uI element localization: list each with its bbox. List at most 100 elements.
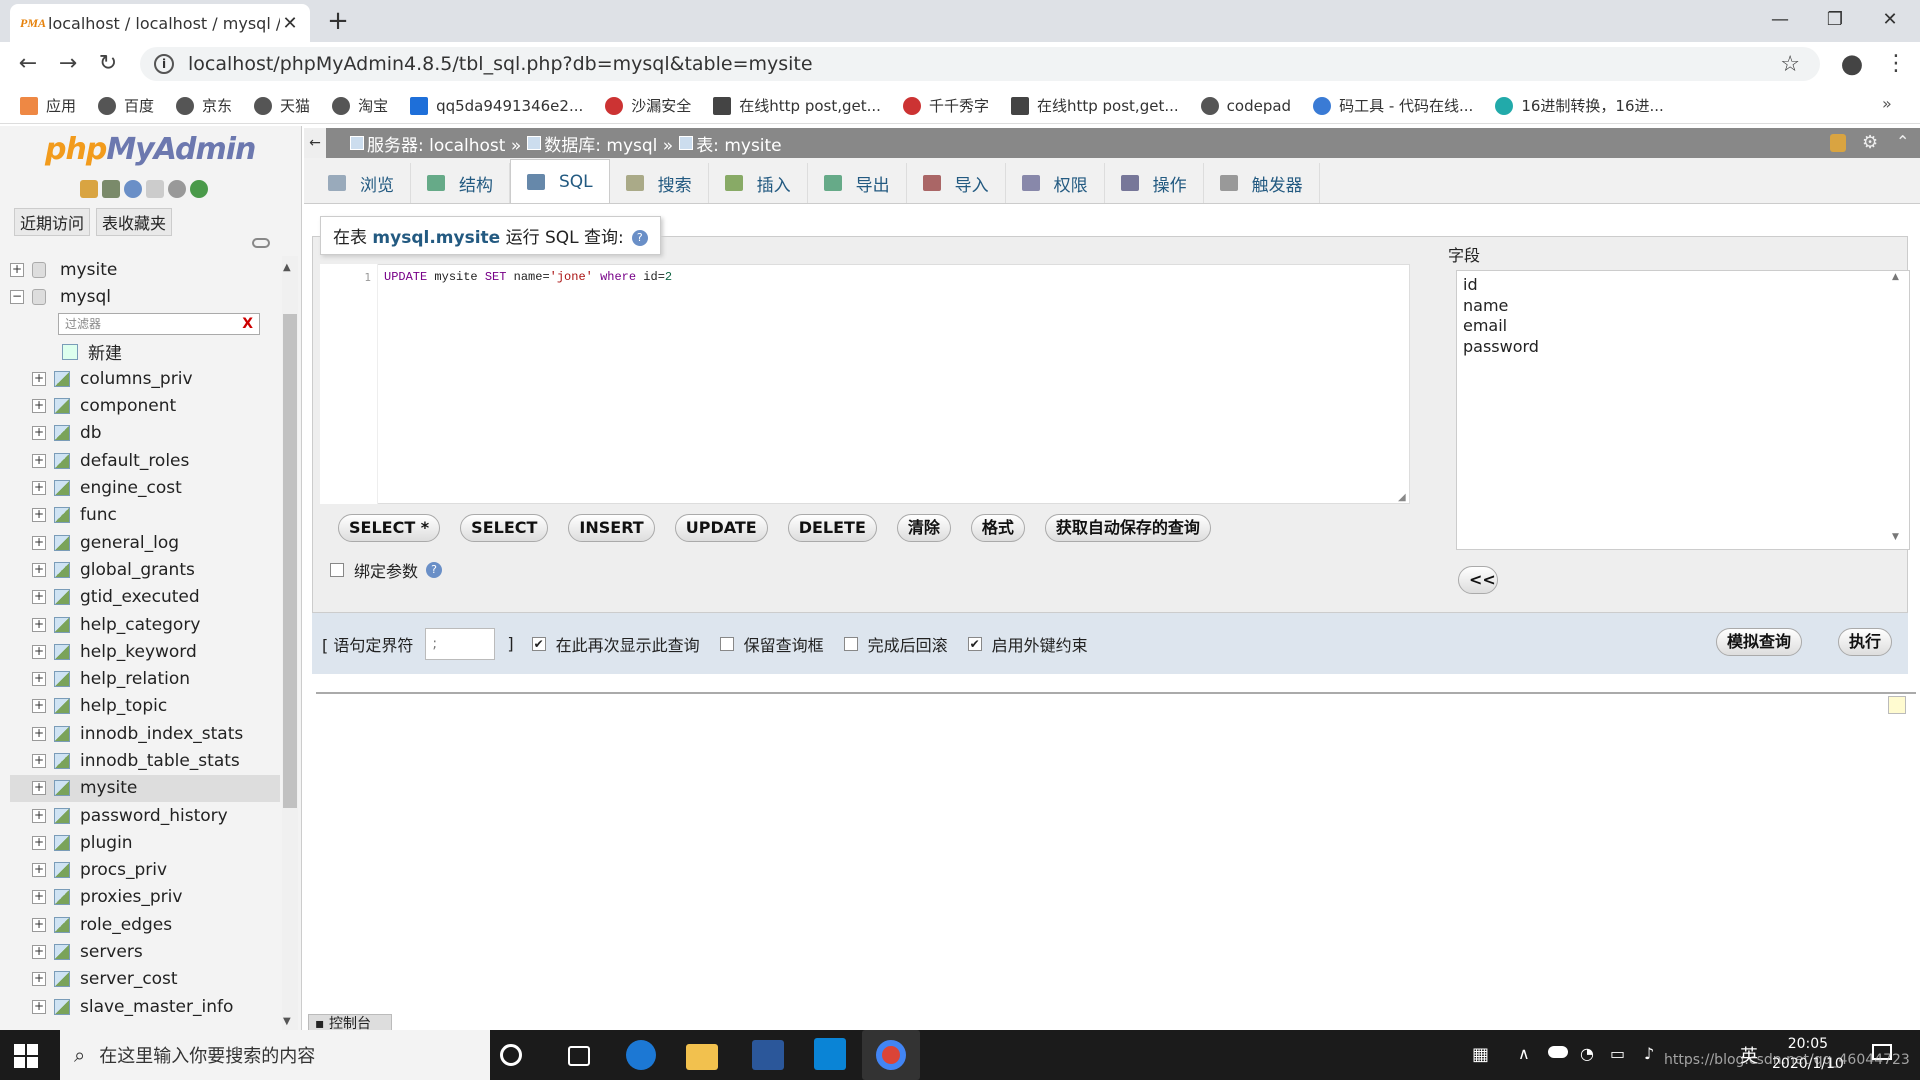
- sql-snippet-button[interactable]: SELECT *: [338, 514, 441, 542]
- sql-snippet-button[interactable]: DELETE: [787, 514, 877, 542]
- expand-icon[interactable]: +: [32, 481, 46, 496]
- cortana-icon[interactable]: [500, 1044, 522, 1066]
- tree-table-item[interactable]: + help_relation: [10, 665, 280, 692]
- tree-table-item[interactable]: + procs_priv: [10, 857, 280, 884]
- tree-table-item[interactable]: + servers: [10, 938, 280, 965]
- tree-table-item[interactable]: + global_grants: [10, 556, 280, 583]
- tree-table-item[interactable]: + mysite: [10, 774, 280, 802]
- bookmark-item[interactable]: 在线http post,get...: [713, 95, 881, 116]
- edge-icon[interactable]: [626, 1040, 656, 1070]
- expand-icon[interactable]: +: [32, 371, 46, 386]
- bookmark-item[interactable]: 在线http post,get...: [1010, 95, 1179, 116]
- sql-snippet-button[interactable]: SELECT: [460, 514, 549, 542]
- minimize-button[interactable]: —: [1750, 0, 1810, 40]
- listbox-scroll-down-icon[interactable]: ▼: [1892, 532, 1899, 542]
- simulate-query-button[interactable]: 模拟查询: [1716, 628, 1803, 656]
- tray-up-icon[interactable]: ∧: [1518, 1044, 1530, 1063]
- scroll-down-icon[interactable]: ▼: [283, 1016, 291, 1027]
- collapse-nav-icon[interactable]: ←: [304, 128, 326, 158]
- crumb-table[interactable]: 表: mysite: [696, 131, 781, 156]
- settings-gear-icon[interactable]: ⚙: [1862, 132, 1878, 153]
- tree-table-item[interactable]: + help_keyword: [10, 638, 280, 665]
- field-option[interactable]: email: [1457, 316, 1909, 337]
- tree-db-mysite[interactable]: + mysite: [10, 256, 280, 283]
- close-tab-icon[interactable]: ✕: [280, 13, 300, 34]
- bookmark-item[interactable]: 沙漏安全: [605, 95, 691, 116]
- menu-tab[interactable]: SQL: [510, 159, 610, 203]
- menu-tab[interactable]: 触发器: [1204, 163, 1320, 203]
- sql-query-text[interactable]: UPDATE mysite SET name='jone' where id=2: [384, 270, 672, 284]
- logout-icon[interactable]: [102, 180, 120, 198]
- tree-table-item[interactable]: + component: [10, 392, 280, 419]
- new-tab-button[interactable]: +: [322, 4, 354, 38]
- collapse-icon[interactable]: −: [10, 289, 24, 304]
- sql-option[interactable]: ✔ 在此再次显示此查询: [531, 632, 700, 656]
- home-icon[interactable]: [80, 180, 98, 198]
- tree-table-item[interactable]: + slave_master_info: [10, 993, 280, 1020]
- option-checkbox[interactable]: ✔: [531, 636, 546, 651]
- bookmark-item[interactable]: 天猫: [254, 95, 310, 116]
- sql-snippet-button[interactable]: 清除: [896, 514, 951, 542]
- recent-tab[interactable]: 近期访问: [14, 208, 91, 236]
- sql-snippet-button[interactable]: INSERT: [568, 514, 655, 542]
- menu-tab[interactable]: 操作: [1105, 163, 1204, 203]
- menu-tab[interactable]: 导出: [808, 163, 907, 203]
- expand-icon[interactable]: +: [32, 890, 46, 905]
- bookmark-item[interactable]: 应用: [20, 95, 76, 116]
- clear-filter-icon[interactable]: X: [242, 314, 253, 334]
- sql-option[interactable]: 完成后回滚: [843, 632, 948, 656]
- bookmark-item[interactable]: 百度: [98, 95, 154, 116]
- bookmark-item[interactable]: 16进制转换，16进...: [1495, 95, 1664, 116]
- menu-tab[interactable]: 搜索: [610, 163, 709, 203]
- tree-new-table[interactable]: 新建: [10, 338, 280, 365]
- bookmark-item[interactable]: 淘宝: [332, 95, 388, 116]
- taskbar-search[interactable]: ⌕ 在这里输入你要搜索的内容: [60, 1030, 490, 1080]
- expand-icon[interactable]: +: [32, 590, 46, 605]
- expand-icon[interactable]: +: [32, 999, 46, 1014]
- expand-icon[interactable]: +: [32, 426, 46, 441]
- scroll-up-icon[interactable]: ▲: [283, 262, 291, 273]
- ime-grid-icon[interactable]: ▦: [1472, 1044, 1489, 1065]
- more-bookmarks-icon[interactable]: »: [1882, 94, 1892, 113]
- battery-icon[interactable]: ▭: [1610, 1044, 1625, 1063]
- bookmark-item[interactable]: 千千秀字: [902, 95, 989, 116]
- nav-scrollbar-thumb[interactable]: [283, 314, 297, 808]
- site-info-icon[interactable]: i: [154, 54, 174, 74]
- expand-icon[interactable]: +: [32, 726, 46, 741]
- reload-icon[interactable]: ↻: [92, 48, 124, 80]
- phpmyadmin-logo[interactable]: phpMyAdmin: [45, 132, 256, 167]
- tree-table-item[interactable]: + role_edges: [10, 911, 280, 938]
- tree-table-item[interactable]: + innodb_index_stats: [10, 720, 280, 747]
- field-option[interactable]: password: [1457, 337, 1909, 358]
- tree-table-item[interactable]: + innodb_table_stats: [10, 747, 280, 774]
- expand-icon[interactable]: +: [10, 262, 24, 277]
- bind-params-checkbox[interactable]: [330, 563, 344, 577]
- menu-icon[interactable]: ⋮: [1880, 48, 1912, 80]
- expand-icon[interactable]: +: [32, 644, 46, 659]
- tree-table-item[interactable]: + columns_priv: [10, 365, 280, 392]
- sql-snippet-button[interactable]: 获取自动保存的查询: [1044, 514, 1211, 542]
- listbox-scroll-up-icon[interactable]: ▲: [1892, 272, 1899, 282]
- menu-tab[interactable]: 浏览: [312, 163, 411, 203]
- expand-icon[interactable]: +: [32, 672, 46, 687]
- notepad-icon[interactable]: [1888, 696, 1906, 714]
- expand-icon[interactable]: +: [32, 453, 46, 468]
- settings-icon[interactable]: [168, 180, 186, 198]
- tree-table-item[interactable]: + help_category: [10, 611, 280, 638]
- field-option[interactable]: id: [1457, 275, 1909, 296]
- profile-icon[interactable]: ●: [1836, 48, 1868, 80]
- bookmark-item[interactable]: 码工具 - 代码在线...: [1313, 95, 1473, 116]
- onedrive-icon[interactable]: [1548, 1046, 1568, 1058]
- expand-icon[interactable]: +: [32, 972, 46, 987]
- crumb-server[interactable]: 服务器: localhost »: [367, 131, 521, 156]
- expand-icon[interactable]: +: [32, 617, 46, 632]
- expand-icon[interactable]: +: [32, 808, 46, 823]
- help-icon[interactable]: ?: [631, 230, 648, 246]
- word-icon[interactable]: [752, 1040, 784, 1070]
- collapse-top-icon[interactable]: ⌃: [1896, 132, 1909, 151]
- expand-icon[interactable]: +: [32, 535, 46, 550]
- p-app-icon[interactable]: [814, 1038, 846, 1070]
- menu-tab[interactable]: 导入: [907, 163, 1006, 203]
- forward-icon[interactable]: →: [52, 48, 84, 80]
- expand-icon[interactable]: +: [32, 917, 46, 932]
